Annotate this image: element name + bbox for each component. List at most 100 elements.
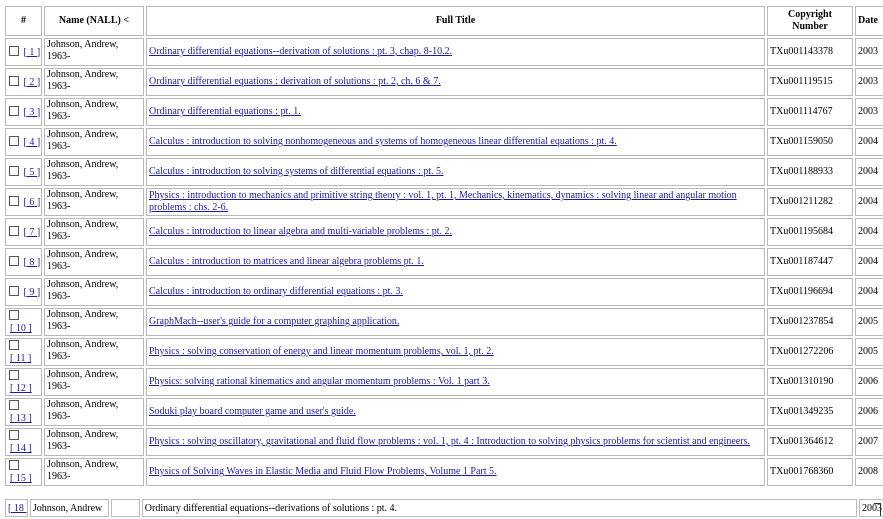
author-dates: 1963- bbox=[47, 51, 71, 62]
table-row: [ 1 ] Johnson, Andrew, 1963- Ordinary diffe… bbox=[5, 38, 883, 66]
title-link[interactable]: Calculus : introduction to matrices and … bbox=[149, 256, 424, 267]
title-link[interactable]: Ordinary differential equations : deriva… bbox=[149, 76, 441, 87]
full-title-cell: Physics: solving rational kinematics and… bbox=[146, 368, 765, 396]
select-record-checkbox[interactable] bbox=[9, 105, 19, 116]
copyright-number-cell: TXu001364612 bbox=[767, 428, 853, 456]
table-row: [ 5 ] Johnson, Andrew, 1963- Calculus : int… bbox=[5, 158, 883, 186]
table-row: [ 6 ] Johnson, Andrew, 1963- Physics : intr… bbox=[5, 188, 883, 216]
table-row: [ 11 ] Johnson, Andrew, 1963- Physics : sol… bbox=[5, 338, 883, 366]
author-name: Johnson, Andrew, bbox=[47, 159, 119, 170]
author-name-cell: Johnson, Andrew, 1963- bbox=[44, 278, 144, 306]
table-row: [ 10 ] Johnson, Andrew, 1963- GraphMach--us… bbox=[5, 308, 883, 336]
date-cell: 2004 bbox=[855, 158, 883, 186]
title-link[interactable]: Calculus : introduction to solving nonho… bbox=[149, 136, 617, 147]
record-number-link[interactable]: [ 15 ] bbox=[10, 473, 39, 485]
copyright-number-cell: TXu001195684 bbox=[767, 218, 853, 246]
author-name-cell: Johnson, Andrew, 1963- bbox=[44, 398, 144, 426]
author-name: Johnson, Andrew, bbox=[47, 69, 119, 80]
record-number-link[interactable]: [ 4 ] bbox=[24, 137, 41, 148]
title-link[interactable]: Ordinary differential equations--derivat… bbox=[149, 46, 452, 57]
author-dates: 1963- bbox=[47, 411, 71, 422]
select-record-checkbox[interactable] bbox=[9, 135, 19, 146]
author-dates: 1963- bbox=[47, 231, 71, 242]
select-record-checkbox[interactable] bbox=[9, 195, 19, 206]
select-record-checkbox[interactable] bbox=[9, 45, 19, 56]
record-number-link[interactable]: [ 5 ] bbox=[24, 167, 41, 178]
author-dates: 1963- bbox=[47, 381, 71, 392]
select-record-checkbox[interactable] bbox=[9, 225, 19, 236]
date-cell: 2004 bbox=[855, 188, 883, 216]
record-number-link[interactable]: [ 18 ] bbox=[8, 503, 27, 514]
select-record-checkbox[interactable] bbox=[9, 75, 19, 86]
record-number-link[interactable]: [ 13 ] bbox=[10, 413, 39, 425]
copyright-number-cell: TXu001188933 bbox=[767, 158, 853, 186]
column-header-name[interactable]: Name (NALL) < bbox=[44, 6, 144, 36]
copyright-number-cell: TXu001143378 bbox=[767, 38, 853, 66]
author-dates: 1963- bbox=[47, 201, 71, 212]
full-title-cell: GraphMach--user's guide for a computer g… bbox=[146, 308, 765, 336]
record-number-cell: [ 9 ] bbox=[5, 278, 42, 306]
author-name-cell: Johnson, Andrew, 1963- bbox=[44, 338, 144, 366]
select-record-checkbox[interactable] bbox=[9, 400, 19, 410]
record-number-link[interactable]: [ 9 ] bbox=[24, 287, 41, 298]
record-number-link[interactable]: [ 7 ] bbox=[24, 227, 41, 238]
record-number-cell: [ 6 ] bbox=[5, 188, 42, 216]
record-number-link[interactable]: [ 14 ] bbox=[10, 443, 39, 455]
table-header-row: # Name (NALL) < Full Title Copyright Num… bbox=[5, 6, 883, 36]
record-number-link[interactable]: [ 10 ] bbox=[10, 323, 39, 335]
partial-results-row: [ 18 ] Johnson, Andrew Ordinary differen… bbox=[3, 497, 883, 519]
record-number-link[interactable]: [ 1 ] bbox=[24, 47, 41, 58]
title-link[interactable]: Calculus : introduction to solving syste… bbox=[149, 166, 444, 177]
author-name-cell: Johnson, Andrew, 1963- bbox=[44, 368, 144, 396]
select-record-checkbox[interactable] bbox=[9, 340, 19, 350]
author-name: Johnson, Andrew, bbox=[47, 129, 119, 140]
full-title-cell: Physics : solving conservation of energy… bbox=[146, 338, 765, 366]
title-link[interactable]: Physics: solving rational kinematics and… bbox=[149, 376, 490, 387]
author-name-cell: Johnson, Andrew, 1963- bbox=[44, 458, 144, 486]
record-number-link[interactable]: [ 12 ] bbox=[10, 383, 39, 395]
select-record-checkbox[interactable] bbox=[9, 285, 19, 296]
record-number-link[interactable]: [ 11 ] bbox=[10, 353, 39, 365]
full-title-cell: Calculus : introduction to matrices and … bbox=[146, 248, 765, 276]
author-name: Johnson, Andrew, bbox=[47, 309, 119, 320]
record-number-link[interactable]: [ 8 ] bbox=[24, 257, 41, 268]
author-name: Johnson, Andrew, bbox=[47, 429, 119, 440]
title-link[interactable]: Physics : introduction to mechanics and … bbox=[149, 190, 737, 213]
copyright-number-cell: TXu001196694 bbox=[767, 278, 853, 306]
date-cell: 2003 bbox=[855, 98, 883, 126]
title-link[interactable]: Physics : solving oscillatory, gravitati… bbox=[149, 436, 750, 447]
title-link[interactable]: Calculus : introduction to ordinary diff… bbox=[149, 286, 403, 297]
title-link[interactable]: Calculus : introduction to linear algebr… bbox=[149, 226, 452, 237]
full-title-cell: Ordinary differential equations : pt. 1. bbox=[146, 98, 765, 126]
select-record-checkbox[interactable] bbox=[9, 310, 19, 320]
title-link[interactable]: Physics of Solving Waves in Elastic Medi… bbox=[149, 466, 497, 477]
table-row: [ 4 ] Johnson, Andrew, 1963- Calculus : int… bbox=[5, 128, 883, 156]
record-number-link[interactable]: [ 2 ] bbox=[24, 77, 41, 88]
title-link[interactable]: Physics : solving conservation of energy… bbox=[149, 346, 494, 357]
select-record-checkbox[interactable] bbox=[9, 430, 19, 440]
title-link[interactable]: GraphMach--user's guide for a computer g… bbox=[149, 316, 399, 327]
record-number-link[interactable]: [ 3 ] bbox=[24, 107, 41, 118]
table-row: [ 12 ] Johnson, Andrew, 1963- Physics: solv… bbox=[5, 368, 883, 396]
author-name-cell: Johnson, Andrew, 1963- bbox=[44, 68, 144, 96]
copyright-number-cell: TXu001272206 bbox=[767, 338, 853, 366]
date-cell: 2006 bbox=[855, 398, 883, 426]
sort-name-link[interactable]: Name (NALL) < bbox=[59, 15, 129, 26]
select-record-checkbox[interactable] bbox=[9, 460, 19, 470]
record-number-cell: [ 4 ] bbox=[5, 128, 42, 156]
author-name: Johnson, Andrew, bbox=[47, 399, 119, 410]
select-record-checkbox[interactable] bbox=[9, 255, 19, 266]
full-title-cell: Physics : solving oscillatory, gravitati… bbox=[146, 428, 765, 456]
select-record-checkbox[interactable] bbox=[9, 165, 19, 176]
title-link[interactable]: Ordinary differential equations : pt. 1. bbox=[149, 106, 301, 117]
author-name-cell: Johnson, Andrew, 1963- bbox=[44, 128, 144, 156]
date-cell: 2005 bbox=[855, 308, 883, 336]
record-number-link[interactable]: [ 6 ] bbox=[24, 197, 41, 208]
title-link[interactable]: Soduki play board computer game and user… bbox=[149, 406, 356, 417]
author-name-cell: Johnson, Andrew, 1963- bbox=[44, 98, 144, 126]
copyright-number-cell: TXu001159050 bbox=[767, 128, 853, 156]
date-cell: 2003 bbox=[855, 68, 883, 96]
author-name: Johnson, Andrew, bbox=[47, 39, 119, 50]
author-name: Johnson, Andrew, bbox=[47, 219, 119, 230]
select-record-checkbox[interactable] bbox=[9, 370, 19, 380]
